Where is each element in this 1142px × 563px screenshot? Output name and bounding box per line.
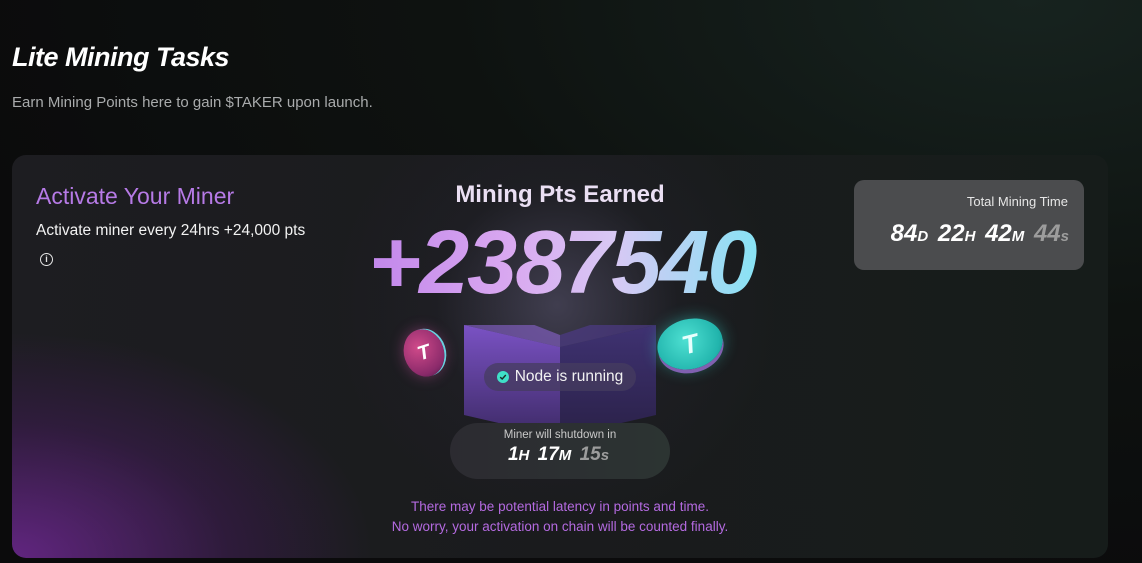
shutdown-seconds: 15 [579,444,601,465]
shutdown-timer: Miner will shutdown in 1H 17M 15s [450,423,670,479]
activate-miner-desc: Activate miner every 24hrs +24,000 pts i [36,218,321,270]
mining-pts-value: +2387540 [302,213,822,313]
activate-miner-desc-text: Activate miner every 24hrs +24,000 pts [36,222,306,239]
shutdown-time: 1H 17M 15s [450,444,670,466]
activate-miner-title[interactable]: Activate Your Miner [36,183,234,210]
shutdown-minutes: 17 [537,444,559,465]
minutes-unit: M [558,447,572,464]
seconds-unit: s [600,447,610,464]
hours-unit: H [518,447,530,464]
days-unit: D [917,228,929,245]
node-status-badge: Node is running [484,363,636,391]
shutdown-hours: 1 [507,444,519,465]
taker-coin-icon: T [651,311,729,377]
mining-pts-label: Mining Pts Earned [455,181,665,208]
shutdown-label: Miner will shutdown in [503,429,617,441]
latency-notice-line2: No worry, your activation on chain will … [391,519,729,534]
info-icon[interactable]: i [40,253,53,266]
seconds-unit: s [1060,228,1069,245]
minutes-unit: M [1011,228,1025,245]
latency-notice: There may be potential latency in points… [310,497,810,537]
total-hours: 22 [937,220,965,247]
check-icon [496,371,509,383]
total-mining-time-value: 84D 22H 42M 44s [891,220,1072,248]
total-days: 84 [890,220,918,247]
miner-card: Activate Your Miner Activate miner every… [12,155,1108,558]
page: Lite Mining Tasks Earn Mining Points her… [0,0,1142,563]
hours-unit: H [964,228,976,245]
page-title: Lite Mining Tasks [12,42,230,72]
page-subtitle: Earn Mining Points here to gain $TAKER u… [12,94,373,111]
total-mining-time-box: Total Mining Time 84D 22H 42M 44s [854,180,1084,270]
total-mining-time-label: Total Mining Time [966,194,1068,209]
node-status-text: Node is running [514,368,624,385]
taker-coin-icon: T [397,323,451,383]
total-seconds: 44 [1033,220,1061,247]
latency-notice-line1: There may be potential latency in points… [411,499,709,514]
total-minutes: 42 [985,220,1012,247]
